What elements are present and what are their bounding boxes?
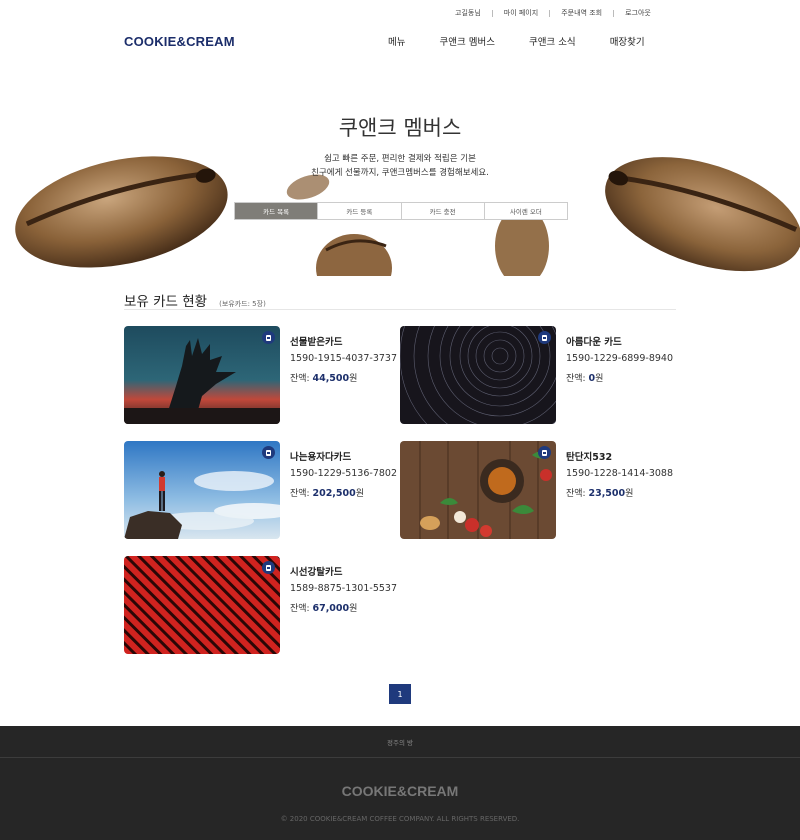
card-balance: 잔액: 0원 xyxy=(566,373,604,384)
site-footer: 정주의 방 COOKIE&CREAM © 2020 COOKIE&CREAM C… xyxy=(0,726,800,840)
hero-banner: 쿠앤크 멤버스 쉽고 빠른 주문, 편리한 결제와 적립은 기본 친구에게 선물… xyxy=(0,60,800,276)
card-name: 시선강탈카드 xyxy=(290,567,343,578)
card-number: 1590-1228-1414-3088 xyxy=(566,468,673,479)
member-tabs: 카드 목록 카드 등록 카드 충전 사이렌 오더 xyxy=(234,202,568,220)
user-name-link[interactable]: 고길동님 xyxy=(455,8,481,18)
card-item[interactable]: 나는용자다카드 1590-1229-5136-7802 잔액: 202,500원 xyxy=(124,441,400,541)
card-count: (보유카드: 5장) xyxy=(219,300,266,308)
site-logo[interactable]: COOKIE&CREAM xyxy=(124,34,235,49)
balance-amount: 23,500 xyxy=(588,488,626,499)
card-item[interactable]: 탄단지532 1590-1228-1414-3088 잔액: 23,500원 xyxy=(400,441,676,541)
tab-siren-order[interactable]: 사이렌 오더 xyxy=(485,203,567,219)
section-title: 보유 카드 현황 xyxy=(124,294,208,310)
my-page-link[interactable]: 마이 페이지 xyxy=(504,8,538,18)
copyright-text: © 2020 COOKIE&CREAM COFFEE COMPANY. ALL … xyxy=(280,815,520,823)
card-item[interactable]: 아름다운 카드 1590-1229-6899-8940 잔액: 0원 xyxy=(400,326,676,426)
nav-item-menu[interactable]: 메뉴 xyxy=(388,34,405,48)
card-number: 1589-8875-1301-5537 xyxy=(290,583,397,594)
card-balance: 잔액: 23,500원 xyxy=(566,488,634,499)
card-item[interactable]: 시선강탈카드 1589-8875-1301-5537 잔액: 67,000원 xyxy=(124,556,400,656)
coffee-cup-icon xyxy=(262,446,275,459)
tab-card-list[interactable]: 카드 목록 xyxy=(235,203,319,219)
footer-logo: COOKIE&CREAM xyxy=(341,783,459,799)
card-name: 아름다운 카드 xyxy=(566,337,622,348)
hero-desc-line: 쉽고 빠른 주문, 편리한 결제와 적립은 기본 xyxy=(324,154,476,164)
page-title: 쿠앤크 멤버스 xyxy=(338,116,462,140)
divider xyxy=(613,9,615,17)
section-header: 보유 카드 현황 (보유카드: 5장) xyxy=(124,290,676,310)
tab-card-register[interactable]: 카드 등록 xyxy=(318,203,402,219)
order-history-link[interactable]: 주문내역 조회 xyxy=(561,8,602,18)
balance-amount: 44,500 xyxy=(312,373,350,384)
hero-description: 쉽고 빠른 주문, 편리한 결제와 적립은 기본 친구에게 선물까지, 쿠앤크멤… xyxy=(0,152,800,180)
card-balance: 잔액: 202,500원 xyxy=(290,488,365,499)
card-item[interactable]: 선물받은카드 1590-1915-4037-3737 잔액: 44,500원 xyxy=(124,326,400,426)
card-name: 선물받은카드 xyxy=(290,337,343,348)
hand-sunset-image[interactable] xyxy=(124,326,280,424)
coffee-cup-icon xyxy=(262,561,275,574)
balance-amount: 67,000 xyxy=(312,603,350,614)
utility-links: 고길동님 마이 페이지 주문내역 조회 로그아웃 xyxy=(455,8,651,18)
nav-item-store-finder[interactable]: 매장찾기 xyxy=(610,34,645,48)
nav-item-news[interactable]: 쿠앤크 소식 xyxy=(529,34,576,48)
page-button-current[interactable]: 1 xyxy=(389,684,411,704)
divider xyxy=(549,9,551,17)
star-trails-image[interactable] xyxy=(400,326,556,424)
card-number: 1590-1229-6899-8940 xyxy=(566,353,673,364)
tab-card-charge[interactable]: 카드 충전 xyxy=(402,203,485,219)
coffee-cup-icon xyxy=(538,446,551,459)
card-number: 1590-1915-4037-3737 xyxy=(290,353,397,364)
coffee-cup-icon xyxy=(538,331,551,344)
hiker-cliff-image[interactable] xyxy=(124,441,280,539)
card-name: 나는용자다카드 xyxy=(290,452,352,463)
red-stripes-image[interactable] xyxy=(124,556,280,654)
balance-amount: 202,500 xyxy=(312,488,356,499)
coffee-bean-image xyxy=(316,234,392,276)
card-name: 탄단지532 xyxy=(566,452,613,463)
main-nav: 메뉴 쿠앤크 멤버스 쿠앤크 소식 매장찾기 xyxy=(388,34,645,48)
nav-item-members[interactable]: 쿠앤크 멤버스 xyxy=(439,34,494,48)
divider xyxy=(491,9,493,17)
food-table-image[interactable] xyxy=(400,441,556,539)
hero-desc-line: 친구에게 선물까지, 쿠앤크멤버스를 경험해보세요. xyxy=(311,168,489,178)
card-balance: 잔액: 67,000원 xyxy=(290,603,358,614)
card-balance: 잔액: 44,500원 xyxy=(290,373,358,384)
coffee-cup-icon xyxy=(262,331,275,344)
card-number: 1590-1229-5136-7802 xyxy=(290,468,397,479)
logout-link[interactable]: 로그아웃 xyxy=(625,8,651,18)
policy-link[interactable]: 정주의 방 xyxy=(0,726,800,758)
